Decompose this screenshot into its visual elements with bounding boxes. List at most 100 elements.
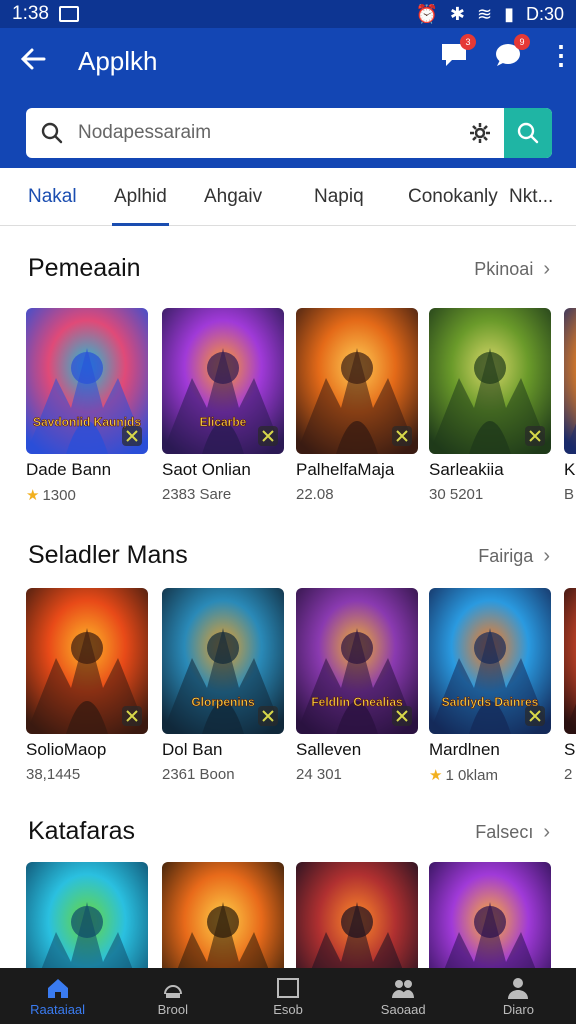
game-name: SolioMaop (26, 740, 107, 759)
tab-conokanly[interactable]: Conokanly (408, 168, 498, 226)
section-seladler-mans: Seladler Mans Fairiga › (0, 535, 576, 575)
wifi-icon: ≋ (476, 3, 493, 24)
alarm-icon: ⏰ (415, 3, 438, 24)
game-meta-value: 2 (564, 766, 573, 783)
status-right-time: D:30 (525, 3, 564, 24)
game-card[interactable]: S2 (564, 588, 576, 783)
see-more-label: Falsecı (475, 822, 534, 842)
game-name: Saot Onlian (162, 460, 251, 479)
game-card[interactable]: Saidiyds Dainres Mardlnen ★ 1 0klam (429, 588, 551, 784)
chat-button[interactable]: 9 (494, 34, 530, 68)
see-more-link[interactable]: Pkinoai › (474, 258, 550, 281)
bluetooth-icon: ✱ (449, 3, 465, 24)
nav-esob[interactable]: Esob (230, 968, 345, 1024)
game-card[interactable]: SolioMaop 38,1445 (26, 588, 148, 783)
game-thumbnail[interactable] (429, 308, 551, 454)
game-thumbnail[interactable]: Savdoniid Kaunjds (26, 308, 148, 454)
star-icon: ★ (26, 487, 40, 504)
back-arrow-icon[interactable] (18, 44, 54, 80)
tab-more[interactable]: Nkt... (509, 168, 553, 226)
game-row: SolioMaop 38,1445 Glorpenins Dol Ban 2361 Bo… (26, 588, 576, 788)
more-options-icon[interactable]: ⋮ (548, 42, 574, 68)
game-name: Sarleakiia (429, 460, 504, 479)
game-meta-value: 38,1445 (26, 766, 81, 783)
nav-brool[interactable]: Brool (115, 968, 230, 1024)
game-meta: 22.08 (296, 486, 418, 503)
game-thumbnail[interactable]: Saidiyds Dainres (429, 588, 551, 734)
game-card[interactable]: Glorpenins Dol Ban 2361 Boon (162, 588, 284, 783)
thumbnail-art-text: Glorpenins (191, 695, 255, 709)
game-card[interactable]: KB (564, 308, 576, 503)
game-thumbnail[interactable] (26, 588, 148, 734)
game-card[interactable]: Sarleakiia 30 5201 (429, 308, 551, 503)
search-submit-icon (517, 122, 539, 144)
game-name: Dade Bann (26, 460, 112, 479)
section-title: Pemeaain (28, 254, 141, 282)
see-more-link[interactable]: Fairiga › (478, 545, 550, 568)
status-bar: 1:38 ⏰ ✱ ≋ ▮ D:30 (0, 0, 576, 28)
nav-label: Esob (273, 1001, 303, 1017)
game-meta: ★ 1300 (26, 486, 148, 505)
tab-aplhid[interactable]: Aplhid (112, 168, 169, 226)
game-name: PalhelfaMaja (296, 460, 395, 479)
game-meta-value: 30 5201 (429, 486, 484, 503)
game-meta-value: 2383 Sare (162, 486, 232, 503)
signal-icon: ▮ (504, 3, 514, 24)
game-meta: 2383 Sare (162, 486, 284, 503)
game-thumbnail[interactable]: Feldlin Cnealias (296, 588, 418, 734)
game-meta-value: 1 0klam (445, 766, 498, 784)
message-button[interactable]: 3 (440, 34, 476, 68)
nav-diaro[interactable]: Diaro (461, 968, 576, 1024)
app-screen: 1:38 ⏰ ✱ ≋ ▮ D:30 Applkh 3 9 ⋮ Nodapessa… (0, 0, 576, 1024)
nav-label: Brool (157, 1001, 188, 1017)
game-meta: 24 301 (296, 766, 418, 783)
game-thumbnail[interactable] (296, 308, 418, 454)
tab-napiq[interactable]: Napiq (314, 168, 364, 226)
home-icon (47, 978, 68, 998)
see-more-link[interactable]: Falsecı › (475, 821, 550, 844)
game-thumbnail[interactable] (564, 308, 576, 454)
nav-home[interactable]: Raataiaal (0, 968, 115, 1024)
game-card[interactable]: Feldlin Cnealias Salleven 24 301 (296, 588, 418, 783)
game-name: Salleven (296, 740, 362, 759)
tab-ahgaiv[interactable]: Ahgaiv (204, 168, 262, 226)
person-icon (508, 977, 529, 999)
game-meta: 30 5201 (429, 486, 551, 503)
cast-icon (163, 984, 182, 998)
game-name: K (564, 460, 576, 479)
game-row: Savdoniid Kaunjds Dade Bann ★ 1300 Elicarbe S… (26, 308, 576, 508)
status-time: 1:38 (12, 3, 49, 24)
game-meta: 2361 Boon (162, 766, 284, 783)
see-more-label: Pkinoai (474, 259, 534, 279)
search-input[interactable] (78, 108, 456, 158)
nav-label: Diaro (502, 1001, 534, 1017)
game-meta: 2 (564, 766, 576, 783)
people-icon (392, 979, 415, 998)
game-card[interactable]: PalhelfaMaja 22.08 (296, 308, 418, 503)
message-badge: 3 (460, 34, 476, 50)
section-title: Seladler Mans (28, 541, 188, 569)
game-meta-value: 24 301 (296, 766, 342, 783)
game-card[interactable]: Elicarbe Saot Onlian 2383 Sare (162, 308, 284, 503)
thumbnail-art-text: Feldlin Cnealias (311, 695, 403, 709)
game-card[interactable]: Savdoniid Kaunjds Dade Bann ★ 1300 (26, 308, 148, 504)
chevron-right-icon: › (543, 821, 550, 843)
game-meta: B (564, 486, 576, 503)
image-notification-icon (58, 6, 79, 22)
thumbnail-art-text: Saidiyds Dainres (442, 695, 539, 709)
game-thumbnail[interactable]: Elicarbe (162, 308, 284, 454)
nav-label: Saoaad (380, 1001, 426, 1017)
game-thumbnail[interactable] (564, 588, 576, 734)
search-button[interactable] (504, 108, 552, 158)
nav-saoaad[interactable]: Saoaad (346, 968, 461, 1024)
see-more-label: Fairiga (478, 546, 534, 566)
game-meta-value: 22.08 (296, 486, 334, 503)
section-title: Katafaras (28, 817, 136, 845)
app-bar: Applkh 3 9 ⋮ (0, 28, 576, 168)
game-thumbnail[interactable]: Glorpenins (162, 588, 284, 734)
game-name: S (564, 740, 576, 759)
nav-label: Raataiaal (30, 1001, 86, 1017)
settings-gear-icon[interactable] (456, 108, 504, 158)
tab-nakal[interactable]: Nakal (28, 168, 77, 226)
tab-bar: Nakal Aplhid Ahgaiv Napiq Conokanly Nkt.… (0, 168, 576, 226)
